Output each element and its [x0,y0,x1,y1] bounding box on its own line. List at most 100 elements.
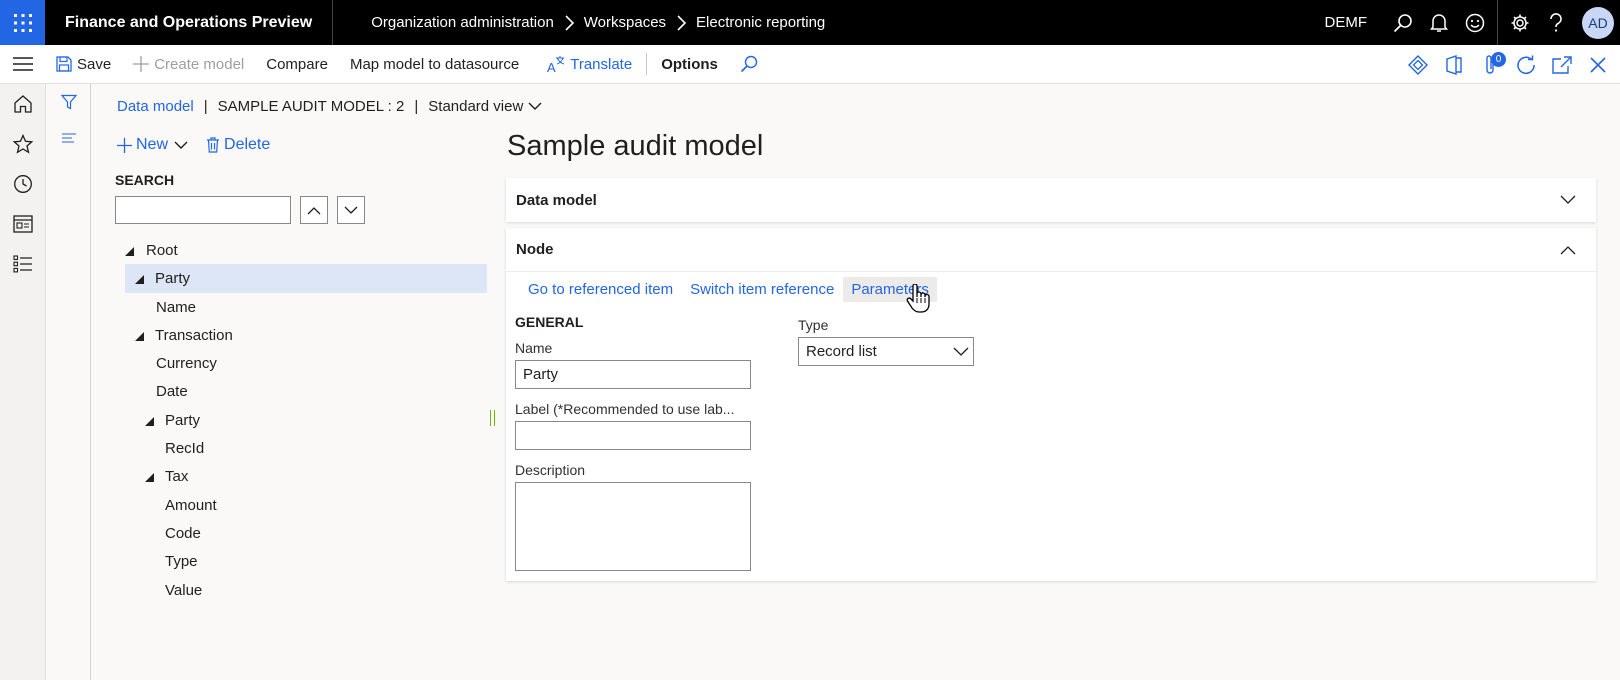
tree-node[interactable]: Party [125,406,487,434]
switch-item-reference-link[interactable]: Switch item reference [682,277,842,302]
tree-node[interactable]: RecId [125,434,487,462]
name-field[interactable] [515,360,751,389]
app-title[interactable]: Finance and Operations Preview [45,0,334,45]
breadcrumb-workspaces[interactable]: Workspaces [584,14,666,31]
breadcrumb-separator: | [203,98,208,115]
top-right-tools: DEMF AD [1325,0,1620,45]
search-icon[interactable] [1385,0,1421,45]
favorites-star-icon[interactable] [0,124,45,164]
expanded-caret-icon[interactable] [135,275,144,285]
hamburger-menu-icon[interactable] [0,45,45,84]
filter-icon[interactable] [46,84,91,120]
delete-button[interactable]: Delete [206,136,270,154]
view-selector-label: Standard view [428,98,524,115]
chevron-down-icon [344,206,358,214]
gear-icon[interactable] [1502,0,1538,45]
data-model-card: Data model [506,178,1596,222]
app-launcher-button[interactable] [0,0,45,45]
navigation-rail [0,84,46,680]
open-in-new-window-icon[interactable] [1544,45,1580,84]
expanded-caret-icon[interactable] [145,473,154,483]
chevron-right-icon [676,14,687,31]
breadcrumb-data-model-link[interactable]: Data model [117,98,194,115]
search-label: SEARCH [115,172,175,188]
tree-search-input[interactable] [115,196,291,224]
plus-icon [133,56,150,72]
tree-node[interactable]: Value [125,576,487,604]
expanded-caret-icon[interactable] [125,247,134,256]
office-icon[interactable] [1436,45,1472,84]
compare-button[interactable]: Compare [255,45,339,84]
recent-clock-icon[interactable] [0,164,45,204]
tree-node-label: Root [146,242,178,259]
new-button[interactable]: New [117,136,192,154]
tree-node[interactable]: Currency [125,349,487,377]
modules-list-icon[interactable] [0,244,45,284]
breadcrumb-electronic-reporting[interactable]: Electronic reporting [696,14,825,31]
tree-node[interactable]: Name [125,293,487,321]
data-model-card-title: Data model [516,191,597,209]
breadcrumb-organization-administration[interactable]: Organization administration [371,14,554,31]
breadcrumb-current-record: SAMPLE AUDIT MODEL : 2 [217,98,405,115]
page-title: Sample audit model [507,130,764,162]
module-breadcrumb: Organization administration Workspaces E… [371,14,825,31]
action-search-button[interactable] [729,45,774,84]
map-model-to-datasource-button[interactable]: Map model to datasource [339,45,530,84]
tree-node[interactable]: Party [125,264,487,293]
options-tab[interactable]: Options [650,45,729,84]
power-apps-icon[interactable] [1400,45,1436,84]
description-field[interactable] [515,482,751,571]
pane-splitter-handle[interactable] [490,410,495,426]
home-icon[interactable] [0,84,45,124]
tree-node-label: Date [156,383,188,401]
chevron-down-icon [174,141,188,149]
chevron-up-icon [307,206,321,214]
save-button[interactable]: Save [45,45,122,84]
help-icon[interactable] [1538,0,1574,45]
tree-node[interactable]: Root [125,236,487,264]
company-picker[interactable]: DEMF [1325,14,1368,31]
top-navigation-bar: Finance and Operations Preview Organizat… [0,0,1620,45]
general-group-title: GENERAL [515,314,584,330]
data-model-card-header[interactable]: Data model [506,178,1596,222]
name-field-label: Name [515,340,553,356]
type-select[interactable]: Record list [798,337,974,366]
page-breadcrumb: Data model | SAMPLE AUDIT MODEL : 2 | St… [117,98,542,115]
smiley-icon[interactable] [1457,0,1493,45]
expanded-caret-icon[interactable] [135,331,144,341]
toolbar-divider [1497,0,1498,45]
node-card-header[interactable]: Node [506,228,1596,272]
search-previous-button[interactable] [300,196,328,224]
related-info-lines-icon[interactable] [46,120,91,156]
go-to-referenced-item-link[interactable]: Go to referenced item [520,277,681,302]
user-avatar[interactable]: AD [1582,6,1614,39]
tree-node-label: RecId [165,440,205,458]
tree-node[interactable]: Amount [125,491,487,519]
tree-node-label: Currency [156,355,217,373]
label-field[interactable] [515,421,751,450]
waffle-icon [13,13,32,32]
view-selector[interactable]: Standard view [428,98,542,115]
tree-node-label: Party [155,270,191,288]
create-model-button[interactable]: Create model [122,45,255,84]
attachments-count-badge: 0 [1491,52,1506,67]
close-icon[interactable] [1580,45,1616,84]
search-icon [740,55,758,73]
search-next-button[interactable] [337,196,365,224]
tree-node[interactable]: Tax [125,462,487,490]
translate-button[interactable]: A Translate [536,45,643,84]
tree-node-label: Type [165,553,198,571]
tree-node[interactable]: Date [125,377,487,405]
refresh-icon[interactable] [1508,45,1544,84]
workspaces-icon[interactable] [0,204,45,244]
bell-icon[interactable] [1421,0,1457,45]
tree-node[interactable]: Type [125,547,487,575]
node-action-links: Go to referenced item Switch item refere… [520,277,938,302]
attachments-icon[interactable]: 0 [1472,45,1508,84]
action-pane-right-tools: 0 [1400,45,1616,84]
tree-node-label: Party [165,411,201,429]
tree-node[interactable]: Code [125,519,487,547]
trash-icon [207,137,220,153]
expanded-caret-icon[interactable] [145,416,154,426]
tree-node[interactable]: Transaction [125,321,487,349]
